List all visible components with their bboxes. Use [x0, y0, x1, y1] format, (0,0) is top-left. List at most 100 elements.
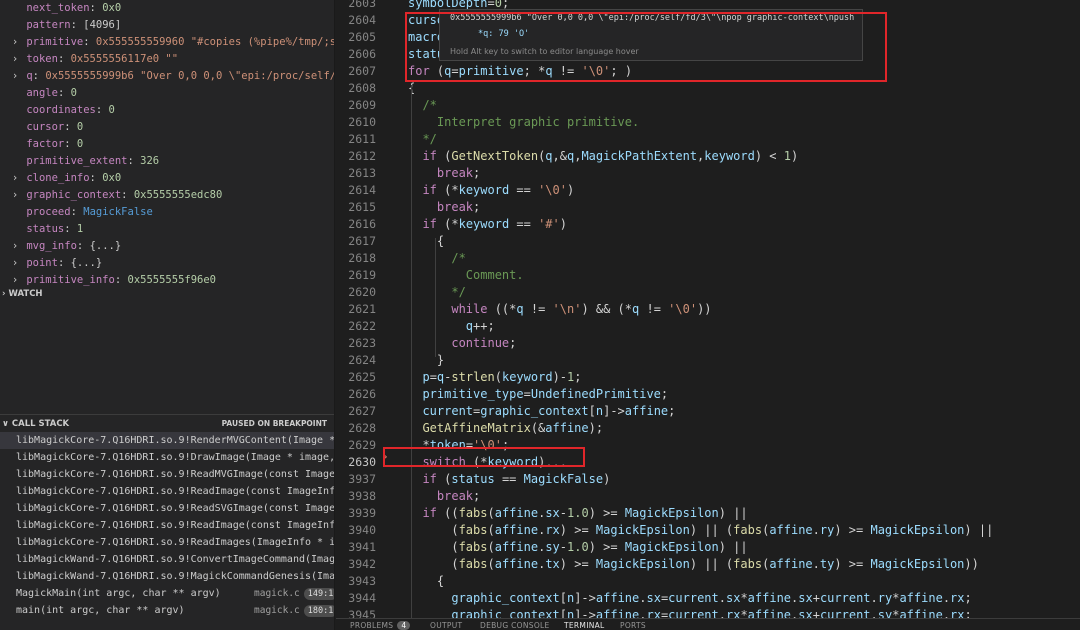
code-line[interactable]: 2614 if (*keyword == '\0') — [336, 182, 1080, 199]
code-editor[interactable]: 2603 symbolDepth=0; 2604 curso 2605 macro 2606… — [336, 0, 1080, 618]
chevron-right-icon[interactable]: › — [10, 238, 20, 255]
callstack-frame[interactable]: libMagickCore-7.Q16HDRI.so.9!ReadImage(c… — [0, 517, 334, 534]
line-number: 2605 — [348, 30, 376, 44]
tab-problems[interactable]: PROBLEMS 4 — [350, 621, 411, 630]
variable-name: point — [26, 257, 58, 269]
variables-list: next_token: 0x0 pattern: [4096] › primiti… — [0, 0, 334, 289]
variable-row[interactable]: next_token: 0x0 — [0, 0, 334, 17]
tab-debug-console[interactable]: DEBUG CONSOLE — [480, 621, 550, 630]
code-line[interactable]: 2615 break; — [336, 199, 1080, 216]
code-line[interactable]: 2617 { — [336, 233, 1080, 250]
variable-row[interactable]: cursor: 0 — [0, 119, 334, 136]
code-line[interactable]: 3945 graphic_context[n]->affine.rx=curre… — [336, 607, 1080, 618]
code-line[interactable]: 3937 if (status == MagickFalse) — [336, 471, 1080, 488]
frame-line-badge: 149:1 — [303, 588, 334, 600]
code-line[interactable]: 3944 graphic_context[n]->affine.sx=curre… — [336, 590, 1080, 607]
line-number: 2628 — [348, 421, 376, 435]
code-text: (fabs(affine.rx) >= MagickEpsilon) || (f… — [408, 523, 994, 537]
line-number: 2621 — [348, 302, 376, 316]
callstack-section-header[interactable]: ∨ CALL STACK PAUSED ON BREAKPOINT — [0, 414, 334, 432]
variable-row[interactable]: › graphic_context: 0x5555555edc80 — [0, 187, 334, 204]
code-line[interactable]: 2623 continue; — [336, 335, 1080, 352]
callstack-frame[interactable]: libMagickCore-7.Q16HDRI.so.9!RenderMVGCo… — [0, 432, 334, 449]
variable-row[interactable]: › mvg_info: {...} — [0, 238, 334, 255]
variable-row[interactable]: proceed: MagickFalse — [0, 204, 334, 221]
chevron-right-icon[interactable]: › — [10, 170, 20, 187]
variable-row[interactable]: coordinates: 0 — [0, 102, 334, 119]
code-line[interactable]: 2609 /* — [336, 97, 1080, 114]
code-line[interactable]: 2620 */ — [336, 284, 1080, 301]
frame-name: libMagickCore-7.Q16HDRI.so.9!ReadImage(c… — [16, 486, 335, 497]
callstack-frame[interactable]: MagickMain(int argc, char ** argv) magick… — [0, 585, 334, 602]
line-number: 2612 — [348, 149, 376, 163]
chevron-right-icon[interactable]: › — [10, 34, 20, 51]
chevron-right-icon[interactable]: › — [10, 68, 20, 85]
watch-section-header[interactable]: › WATCH — [0, 285, 334, 303]
tab-ports[interactable]: PORTS — [620, 621, 646, 630]
code-line[interactable]: 3938 break; — [336, 488, 1080, 505]
chevron-right-icon[interactable]: › — [10, 187, 20, 204]
line-number: 3942 — [348, 557, 376, 571]
code-line[interactable]: 2616 if (*keyword == '#') — [336, 216, 1080, 233]
code-line[interactable]: 2612 if (GetNextToken(q,&q,MagickPathExt… — [336, 148, 1080, 165]
code-line[interactable]: 3940 (fabs(affine.rx) >= MagickEpsilon) … — [336, 522, 1080, 539]
code-line[interactable]: 3941 (fabs(affine.sy-1.0) >= MagickEpsil… — [336, 539, 1080, 556]
code-line[interactable]: 2621 while ((*q != '\n') && (*q != '\0')… — [336, 301, 1080, 318]
code-text: */ — [422, 132, 437, 146]
variable-row[interactable]: status: 1 — [0, 221, 334, 238]
code-line[interactable]: 2618 /* — [336, 250, 1080, 267]
tab-output[interactable]: OUTPUT — [430, 621, 462, 630]
code-line[interactable]: 3939 if ((fabs(affine.sx-1.0) >= MagickE… — [336, 505, 1080, 522]
variable-name: clone_info — [26, 172, 90, 184]
callstack-frame[interactable]: libMagickCore-7.Q16HDRI.so.9!ReadMVGImag… — [0, 466, 334, 483]
frame-name: libMagickWand-7.Q16HDRI.so.9!MagickComma… — [16, 571, 335, 582]
debug-sidebar: next_token: 0x0 pattern: [4096] › primiti… — [0, 0, 335, 630]
code-line[interactable]: 3942 (fabs(affine.tx) >= MagickEpsilon) … — [336, 556, 1080, 573]
line-number: 3939 — [348, 506, 376, 520]
variable-row[interactable]: pattern: [4096] — [0, 17, 334, 34]
callstack-frame[interactable]: main(int argc, char ** argv) magick.c 180:… — [0, 602, 334, 619]
tab-label: PROBLEMS — [350, 621, 394, 630]
code-text: GetAffineMatrix(&affine); — [422, 421, 604, 435]
variable-name: primitive_extent — [26, 155, 128, 167]
variable-row[interactable]: › token: 0x5555556117e0 "" — [0, 51, 334, 68]
watch-label: WATCH — [8, 289, 43, 299]
variable-row[interactable]: factor: 0 — [0, 136, 334, 153]
line-number: 2613 — [348, 166, 376, 180]
code-text: { — [408, 574, 445, 588]
code-line[interactable]: 3943 { — [336, 573, 1080, 590]
variable-name: coordinates — [26, 104, 96, 116]
code-line[interactable]: 2610 Interpret graphic primitive. — [336, 114, 1080, 131]
variable-value: MagickFalse — [83, 206, 153, 218]
chevron-right-icon[interactable]: › — [10, 51, 20, 68]
code-line[interactable]: 2622 q++; — [336, 318, 1080, 335]
callstack-frame[interactable]: libMagickCore-7.Q16HDRI.so.9!ReadImages(… — [0, 534, 334, 551]
variable-row[interactable]: primitive_extent: 326 — [0, 153, 334, 170]
paused-status: PAUSED ON BREAKPOINT — [221, 419, 327, 428]
callstack-frame[interactable]: libMagickCore-7.Q16HDRI.so.9!ReadSVGImag… — [0, 500, 334, 517]
code-line[interactable]: 2611 */ — [336, 131, 1080, 148]
code-line[interactable]: 2608{ — [336, 80, 1080, 97]
code-line[interactable]: 2627 current=graphic_context[n]->affine; — [336, 403, 1080, 420]
variable-row[interactable]: › clone_info: 0x0 — [0, 170, 334, 187]
code-line[interactable]: 2624 } — [336, 352, 1080, 369]
code-line[interactable]: 2628 GetAffineMatrix(&affine); — [336, 420, 1080, 437]
chevron-right-icon[interactable]: › — [10, 255, 20, 272]
callstack-frame[interactable]: libMagickWand-7.Q16HDRI.so.9!MagickComma… — [0, 568, 335, 585]
variable-row[interactable]: angle: 0 — [0, 85, 334, 102]
callstack-frame[interactable]: libMagickCore-7.Q16HDRI.so.9!DrawImage(I… — [0, 449, 334, 466]
callstack-frame[interactable]: libMagickCore-7.Q16HDRI.so.9!ReadImage(c… — [0, 483, 335, 500]
problems-count-badge: 4 — [397, 621, 411, 630]
tab-terminal[interactable]: TERMINAL — [564, 621, 605, 630]
variable-row[interactable]: › q: 0x5555555999b6 "Over 0,0 0,0 \"epi:… — [0, 68, 334, 85]
variable-row[interactable]: › point: {...} — [0, 255, 334, 272]
code-line[interactable]: 2625 p=q-strlen(keyword)-1; — [336, 369, 1080, 386]
variable-row[interactable]: › primitive: 0x555555559960 "#copies (%p… — [0, 34, 334, 51]
line-number: 2606 — [348, 47, 376, 61]
code-line[interactable]: 2613 break; — [336, 165, 1080, 182]
line-number: 3945 — [348, 608, 376, 618]
line-number: 3944 — [348, 591, 376, 605]
code-line[interactable]: 2619 Comment. — [336, 267, 1080, 284]
callstack-frame[interactable]: libMagickWand-7.Q16HDRI.so.9!ConvertImag… — [0, 551, 334, 568]
code-line[interactable]: 2626 primitive_type=UndefinedPrimitive; — [336, 386, 1080, 403]
